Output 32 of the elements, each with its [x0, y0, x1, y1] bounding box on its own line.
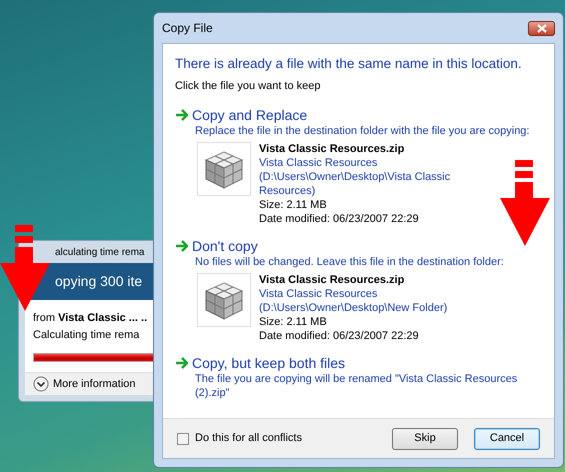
- arrow-icon: [175, 239, 188, 254]
- file-size: Size: 2.11 MB: [259, 198, 328, 212]
- file-location: Vista Classic Resources (D:\Users\Owner\Desktop\Vista Classic Resources): [259, 156, 452, 198]
- arrow-icon: [175, 108, 188, 122]
- dialog-heading: There is already a file with the same name in this location.: [175, 55, 523, 73]
- expand-icon[interactable]: [33, 376, 49, 392]
- option-description: The file you are copying will be renamed "Vista Classic Resources (2).zip": [194, 372, 518, 400]
- file-size: Size: 2.11 MB: [259, 314, 328, 329]
- option-link[interactable]: Don't copy: [175, 238, 258, 255]
- dialog-button[interactable]: Skip: [392, 428, 458, 450]
- option-description: No files will be changed. Leave this file in the destination folder:: [194, 254, 505, 269]
- window-title: Copy File: [162, 20, 213, 37]
- file-thumbnail[interactable]: [197, 272, 251, 327]
- close-icon: [536, 24, 546, 32]
- source-text: from Vista Classic ... ..: [33, 311, 148, 326]
- checkbox-label: Do this for all conflicts: [195, 431, 302, 446]
- instruction-text: Click the file you want to keep: [175, 79, 322, 94]
- status-text: Calculating time rema: [33, 328, 140, 342]
- file-date: Date modified: 06/23/2007 22:29: [259, 328, 420, 343]
- arrow-icon: [175, 356, 188, 370]
- window-title: alculating time rema: [55, 246, 144, 260]
- dialog-button[interactable]: Cancel: [474, 428, 540, 450]
- file-date: Date modified: 06/23/2007 22:29: [259, 212, 420, 226]
- option-link[interactable]: Copy, but keep both files: [175, 354, 346, 372]
- close-button[interactable]: [528, 20, 555, 36]
- file-thumbnail[interactable]: [197, 142, 251, 196]
- file-name: Vista Classic Resources.zip: [259, 272, 406, 287]
- file-name: Vista Classic Resources.zip: [259, 142, 406, 156]
- file-location: Vista Classic Resources (D:\Users\Owner\Desktop\New Folder): [259, 286, 448, 315]
- option-description: Replace the file in the destination folder with the file you are copying:: [194, 124, 530, 138]
- checkbox[interactable]: [177, 432, 189, 444]
- option-link[interactable]: Copy and Replace: [175, 106, 308, 124]
